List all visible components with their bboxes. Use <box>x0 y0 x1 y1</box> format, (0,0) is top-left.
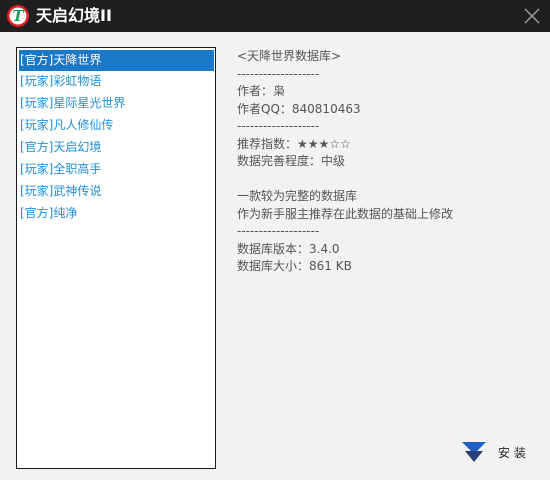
info-title: <天降世界数据库> <box>237 49 342 63</box>
info-blank-line <box>237 171 527 189</box>
info-author: 作者：枭 <box>237 84 286 98</box>
info-divider: ------------------- <box>237 119 320 133</box>
info-version: 数据库版本：3.4.0 <box>237 241 340 256</box>
app-logo: T <box>7 5 29 27</box>
info-rating: 推荐指数：★★★☆☆ <box>237 136 351 151</box>
database-info-panel: <天降世界数据库> ------------------- 作者：枭 作者QQ：… <box>237 48 527 276</box>
close-icon[interactable] <box>522 6 542 26</box>
list-item[interactable]: [官方]天降世界 <box>19 50 214 71</box>
list-item[interactable]: [官方]纯净 <box>19 203 214 224</box>
list-item[interactable]: [玩家]武神传说 <box>19 181 214 202</box>
info-divider: ------------------- <box>237 224 320 238</box>
title-bar: T 天启幻境II <box>0 0 550 32</box>
info-divider: ------------------- <box>237 66 320 81</box>
info-completeness: 数据完善程度：中级 <box>237 154 346 168</box>
download-arrow-icon <box>462 442 486 462</box>
database-list[interactable]: [官方]天降世界 [玩家]彩虹物语 [玩家]星际星光世界 [玩家]凡人修仙传 [… <box>16 47 216 469</box>
list-item[interactable]: [官方]天启幻境 <box>19 137 214 158</box>
info-size: 数据库大小：861 KB <box>237 259 352 273</box>
info-author-qq: 作者QQ：840810463 <box>237 101 361 116</box>
install-label: 安装 <box>498 446 531 460</box>
install-button[interactable]: 安装 <box>460 440 540 464</box>
info-recommendation: 作为新手服主推荐在此数据的基础上修改 <box>237 206 454 221</box>
list-item[interactable]: [玩家]全职高手 <box>19 159 214 180</box>
list-item[interactable]: [玩家]彩虹物语 <box>19 71 214 92</box>
info-description: 一款较为完整的数据库 <box>237 189 358 203</box>
list-item[interactable]: [玩家]星际星光世界 <box>19 93 214 114</box>
logo-letter: T <box>12 7 25 25</box>
window-title: 天启幻境II <box>36 6 112 25</box>
list-item[interactable]: [玩家]凡人修仙传 <box>19 115 214 136</box>
